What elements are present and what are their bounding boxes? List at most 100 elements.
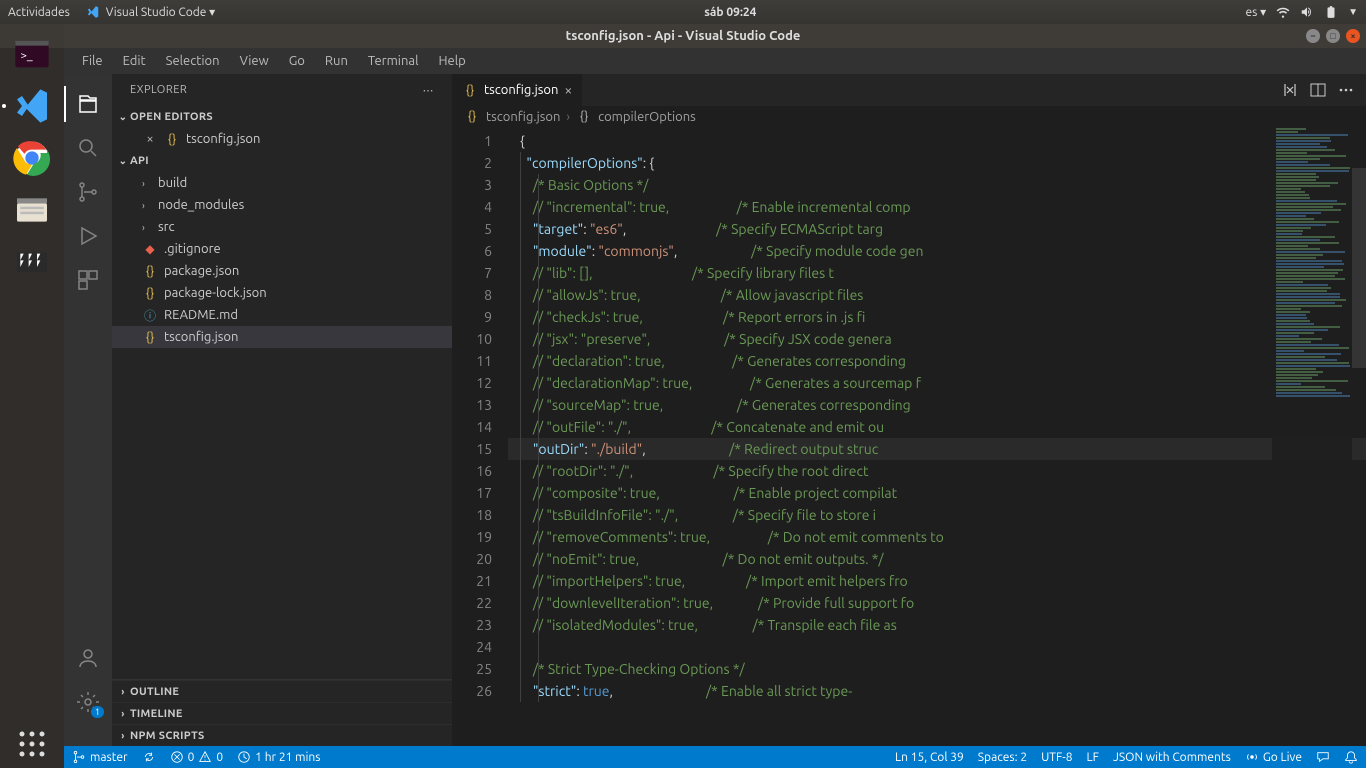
settings-badge: 1: [91, 706, 104, 718]
explorer-more-icon[interactable]: ⋯: [423, 84, 435, 97]
minimap[interactable]: [1272, 128, 1352, 724]
file-item[interactable]: ◆.gitignore: [112, 238, 452, 260]
close-icon[interactable]: ×: [564, 82, 572, 98]
breadcrumb-file[interactable]: tsconfig.json: [486, 110, 560, 124]
status-sync[interactable]: [142, 750, 156, 764]
system-clock[interactable]: sáb 09:24: [215, 6, 1245, 19]
app-menu[interactable]: Visual Studio Code ▾: [86, 5, 215, 19]
status-go-live[interactable]: Go Live: [1245, 750, 1302, 764]
activity-source-control[interactable]: [64, 170, 112, 214]
activity-explorer[interactable]: [64, 82, 112, 126]
dock-vscode[interactable]: [8, 82, 56, 130]
section-open-editors[interactable]: ⌄OPEN EDITORS: [112, 106, 452, 128]
status-feedback[interactable]: [1316, 750, 1330, 764]
activity-search[interactable]: [64, 126, 112, 170]
open-editor-item[interactable]: × {} tsconfig.json: [112, 128, 452, 150]
dock-files[interactable]: [8, 186, 56, 234]
status-branch[interactable]: master: [72, 750, 128, 764]
json-icon: {}: [464, 109, 480, 125]
window-title: tsconfig.json - Api - Visual Studio Code: [566, 29, 801, 43]
vscode-app: File Edit Selection View Go Run Terminal…: [64, 48, 1366, 768]
section-timeline[interactable]: ›TIMELINE: [112, 702, 452, 724]
system-chevron-down-icon[interactable]: ▼: [1348, 6, 1358, 18]
status-eol[interactable]: LF: [1087, 751, 1099, 764]
status-problems[interactable]: 0 0: [170, 750, 224, 764]
activity-extensions[interactable]: [64, 258, 112, 302]
window-maximize-button[interactable]: □: [1326, 29, 1340, 43]
git-icon: ◆: [142, 241, 158, 257]
window-minimize-button[interactable]: –: [1306, 29, 1320, 43]
status-language[interactable]: JSON with Comments: [1113, 751, 1231, 764]
status-encoding[interactable]: UTF-8: [1041, 751, 1072, 764]
tree-label: node_modules: [158, 198, 244, 212]
info-icon: ⓘ: [142, 307, 158, 323]
activities-label[interactable]: Actividades: [8, 6, 70, 19]
scrollbar-thumb[interactable]: [1352, 168, 1366, 368]
code-editor[interactable]: 1234567891011121314151617181920212223242…: [452, 128, 1366, 746]
status-bar: master 0 0 1 hr 21 mins Ln 15, Col 39 Sp…: [64, 746, 1366, 768]
chevron-right-icon: ›: [142, 222, 152, 233]
folder-item[interactable]: › src: [112, 216, 452, 238]
status-indentation[interactable]: Spaces: 2: [978, 751, 1027, 764]
tree-label: package-lock.json: [164, 286, 267, 300]
breadcrumb[interactable]: {} tsconfig.json › {} compilerOptions: [452, 106, 1366, 128]
file-item[interactable]: {}tsconfig.json: [112, 326, 452, 348]
dock-video-editor[interactable]: [8, 238, 56, 286]
editor-tabs: {} tsconfig.json ×: [452, 74, 1366, 106]
json-icon: {}: [142, 263, 158, 279]
window-close-button[interactable]: ×: [1346, 29, 1360, 43]
status-cursor-position[interactable]: Ln 15, Col 39: [895, 751, 964, 764]
breadcrumb-symbol[interactable]: compilerOptions: [598, 110, 696, 124]
lang-indicator[interactable]: es ▾: [1245, 5, 1266, 19]
window-title-bar: tsconfig.json - Api - Visual Studio Code…: [0, 24, 1366, 48]
more-icon[interactable]: [1338, 82, 1354, 98]
dock-apps-grid[interactable]: [8, 720, 56, 768]
section-workspace[interactable]: ⌄API: [112, 150, 452, 172]
dock-terminal[interactable]: >_: [8, 30, 56, 78]
json-icon: {}: [164, 131, 180, 147]
chevron-right-icon: ›: [142, 200, 152, 211]
braces-icon: {}: [576, 109, 592, 125]
chevron-right-icon: ›: [566, 110, 570, 124]
folder-item[interactable]: ›build: [112, 172, 452, 194]
compare-icon[interactable]: [1282, 82, 1298, 98]
menu-selection[interactable]: Selection: [158, 52, 228, 70]
section-outline[interactable]: ›OUTLINE: [112, 680, 452, 702]
wifi-icon[interactable]: [1276, 5, 1290, 19]
editor-group: {} tsconfig.json × {} tsconfig.json › {}…: [452, 74, 1366, 746]
activity-debug[interactable]: [64, 214, 112, 258]
file-item[interactable]: {}package-lock.json: [112, 282, 452, 304]
tree-label: package.json: [164, 264, 239, 278]
folder-item[interactable]: › node_modules: [112, 194, 452, 216]
menu-help[interactable]: Help: [430, 52, 473, 70]
dock-chrome[interactable]: [8, 134, 56, 182]
system-top-bar: Actividades Visual Studio Code ▾ sáb 09:…: [0, 0, 1366, 24]
activity-accounts[interactable]: [64, 636, 112, 680]
status-time[interactable]: 1 hr 21 mins: [237, 750, 320, 764]
menu-edit[interactable]: Edit: [115, 52, 154, 70]
close-icon[interactable]: ×: [142, 132, 158, 146]
status-notifications[interactable]: [1344, 750, 1358, 764]
menu-file[interactable]: File: [74, 52, 111, 70]
volume-icon[interactable]: [1300, 5, 1314, 19]
json-icon: {}: [142, 329, 158, 345]
activity-settings[interactable]: 1: [64, 680, 112, 724]
json-icon: {}: [462, 82, 478, 98]
editor-tab[interactable]: {} tsconfig.json ×: [452, 74, 583, 106]
svg-text:>_: >_: [20, 49, 33, 62]
file-item[interactable]: ⓘREADME.md: [112, 304, 452, 326]
menu-terminal[interactable]: Terminal: [360, 52, 427, 70]
tree-label: src: [158, 220, 175, 234]
menu-go[interactable]: Go: [281, 52, 313, 70]
vertical-scrollbar[interactable]: [1352, 128, 1366, 724]
menu-view[interactable]: View: [232, 52, 277, 70]
section-npm-scripts[interactable]: ›NPM SCRIPTS: [112, 724, 452, 746]
menu-run[interactable]: Run: [317, 52, 356, 70]
line-gutter: 1234567891011121314151617181920212223242…: [452, 128, 508, 746]
battery-icon[interactable]: [1324, 5, 1338, 19]
file-tree: ›build›node_modules›src◆.gitignore{}pack…: [112, 172, 452, 679]
file-item[interactable]: {} package.json: [112, 260, 452, 282]
explorer-title: EXPLORER ⋯: [112, 74, 452, 106]
code-content[interactable]: { "compilerOptions": { /* Basic Options …: [508, 128, 1366, 746]
split-editor-icon[interactable]: [1310, 82, 1326, 98]
